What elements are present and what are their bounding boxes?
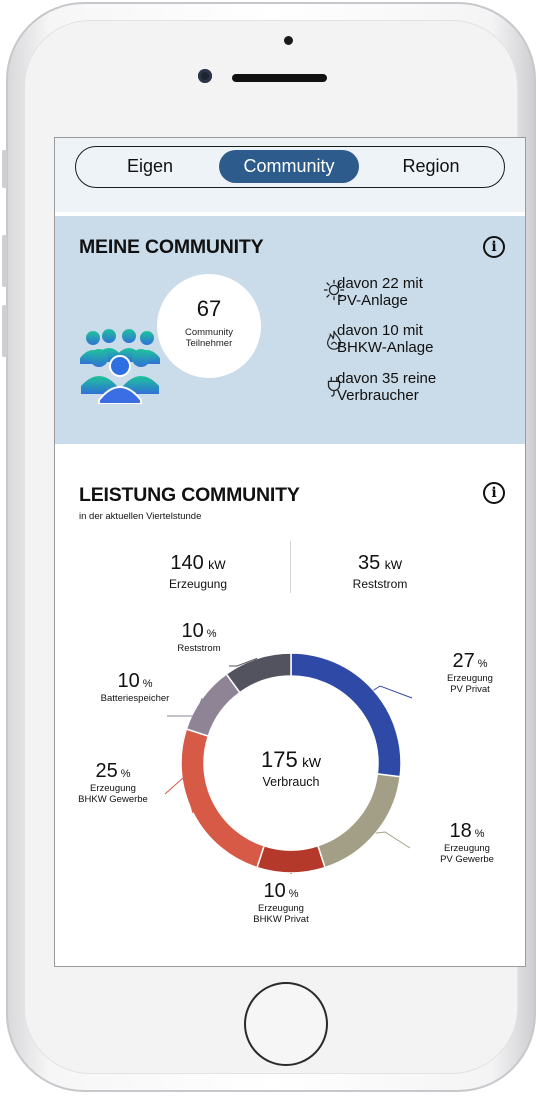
stat-consumers: davon 35 reine Verbraucher (337, 370, 436, 404)
slice-value: 25 (95, 760, 118, 782)
app-screen: Eigen Community Region MEINE COMMUNITY i (54, 137, 526, 967)
participant-count: 67 (196, 296, 222, 321)
tab-community[interactable]: Community (219, 150, 359, 183)
slice-unit: % (117, 768, 131, 780)
slice-text: PV Gewerbe (440, 854, 494, 865)
center-label: Verbrauch (262, 775, 320, 789)
slice-text: BHKW Gewerbe (78, 794, 148, 805)
slice-value: 10 (181, 620, 204, 642)
slice-text: BHKW Privat (253, 914, 309, 925)
segment-bar: Eigen Community Region (55, 138, 525, 212)
center-value: 175 (261, 747, 298, 772)
proximity-sensor (284, 36, 293, 45)
slice-label: 27 % Erzeugung PV Privat (410, 650, 525, 695)
stat-bhkw-line-2: BHKW-Anlage (337, 339, 434, 356)
participant-label: Community Teilnehmer (157, 327, 261, 349)
segmented-control: Eigen Community Region (75, 146, 505, 188)
leader-line (375, 831, 411, 849)
slice-label: 10 % Reststrom (139, 620, 259, 654)
slice-unit: % (139, 678, 153, 690)
slice-unit: % (203, 628, 217, 640)
tab-region[interactable]: Region (371, 147, 491, 186)
participant-label-line-1: Community (184, 327, 234, 338)
info-icon[interactable]: i (483, 236, 505, 258)
slice-text: Erzeugung (447, 673, 493, 684)
slice-value: 10 (117, 670, 140, 692)
stat-bhkw-line-1: davon 10 mit (337, 322, 423, 339)
tab-eigen[interactable]: Eigen (90, 147, 210, 186)
stat-consumers-line-2: Verbraucher (337, 387, 419, 404)
community-card: MEINE COMMUNITY i 67 Community Teilnehme… (55, 216, 525, 444)
stat-consumers-line-1: davon 35 reine (337, 370, 437, 387)
slice-text: PV Privat (450, 684, 490, 695)
mute-switch (2, 150, 7, 188)
people-group-icon (80, 329, 160, 404)
leistung-card: LEISTUNG COMMUNITY in der aktuellen Vier… (55, 460, 525, 966)
slice-value: 27 (452, 650, 475, 672)
stat-pv-line-2: PV-Anlage (337, 292, 408, 309)
slice-label: 10 % Batteriespeicher (75, 670, 195, 704)
volume-up-button (2, 235, 7, 287)
slice-value: 10 (263, 880, 286, 902)
stat-pv: davon 22 mit PV-Anlage (337, 275, 423, 309)
community-title: MEINE COMMUNITY (79, 236, 264, 258)
slice-text: Batteriespeicher (100, 693, 170, 704)
donut-slice (225, 652, 292, 694)
slice-label: 25 % Erzeugung BHKW Gewerbe (55, 760, 173, 805)
donut-center: 175 kW Verbrauch (226, 747, 356, 789)
slice-text: Erzeugung (444, 843, 490, 854)
stat-pv-line-1: davon 22 mit (337, 275, 423, 292)
slice-label: 18 % Erzeugung PV Gewerbe (407, 820, 525, 865)
slice-text: Erzeugung (90, 783, 136, 794)
participant-count-badge: 67 Community Teilnehmer (157, 274, 261, 378)
center-unit: kW (302, 755, 321, 770)
home-button[interactable] (244, 982, 328, 1066)
slice-unit: % (471, 828, 485, 840)
slice-unit: % (474, 658, 488, 670)
participant-label-line-2: Teilnehmer (185, 338, 233, 349)
volume-down-button (2, 305, 7, 357)
slice-value: 18 (449, 820, 472, 842)
donut-slice (256, 844, 326, 874)
earpiece-speaker (232, 74, 327, 82)
slice-label: 10 % Erzeugung BHKW Privat (221, 880, 341, 925)
slice-text: Reststrom (177, 643, 221, 654)
slice-unit: % (285, 888, 299, 900)
slice-text: Erzeugung (258, 903, 304, 914)
front-camera (198, 69, 212, 83)
stat-bhkw: davon 10 mit BHKW-Anlage (337, 322, 433, 356)
